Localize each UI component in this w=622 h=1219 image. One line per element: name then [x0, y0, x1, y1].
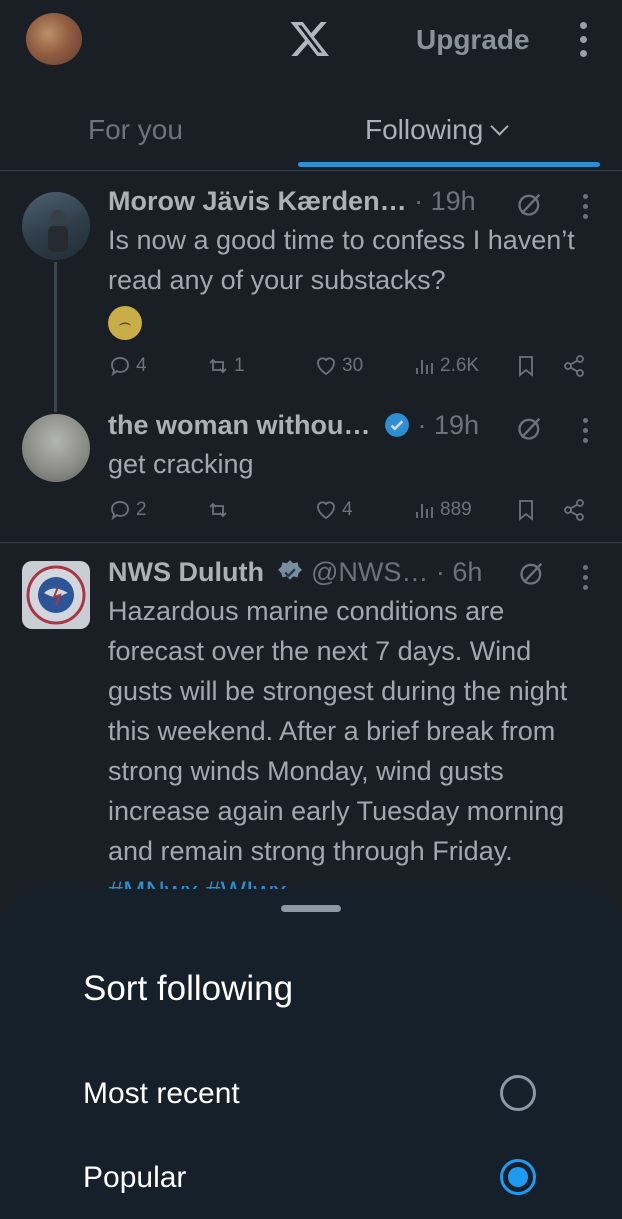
- tweet-actions: 4 1 30 2.6K: [108, 354, 588, 384]
- like-button[interactable]: 4: [314, 498, 353, 522]
- radio-button[interactable]: [500, 1075, 536, 1111]
- like-count: 4: [342, 499, 353, 520]
- timeline-tabs: For you Following: [0, 100, 622, 171]
- bookmark-icon: [519, 356, 533, 377]
- tweet-time[interactable]: · 19h: [418, 410, 480, 440]
- author-name[interactable]: Morow Jävis Kærden…: [108, 186, 407, 216]
- share-button[interactable]: [562, 354, 586, 378]
- view-count: 2.6K: [440, 355, 480, 376]
- sort-option-most-recent[interactable]: Most recent: [0, 1065, 622, 1129]
- heart-icon: [317, 501, 335, 520]
- avatar[interactable]: [22, 414, 90, 482]
- repost-button[interactable]: 1: [206, 354, 245, 378]
- sheet-title: Sort following: [83, 969, 294, 1008]
- grok-icon[interactable]: [516, 190, 544, 218]
- chevron-down-icon[interactable]: [490, 117, 509, 136]
- grok-icon[interactable]: [516, 414, 544, 442]
- views-icon: [416, 504, 433, 518]
- repost-icon: [209, 358, 227, 374]
- repost-count: 1: [234, 355, 245, 376]
- tweet-time[interactable]: · 6h: [436, 557, 483, 587]
- author-name[interactable]: the woman withou…: [108, 410, 371, 440]
- verified-badge-icon: [278, 560, 303, 580]
- tweet-text: Is now a good time to confess I haven’t …: [108, 220, 602, 340]
- reply-icon: [111, 501, 129, 521]
- sort-bottom-sheet: Sort following Most recent Popular: [0, 889, 622, 1219]
- option-label: Popular: [83, 1161, 187, 1194]
- share-button[interactable]: [562, 498, 586, 522]
- radio-button-selected[interactable]: [500, 1159, 536, 1195]
- view-count: 889: [440, 499, 472, 520]
- tweet-time[interactable]: · 19h: [414, 186, 476, 216]
- avatar[interactable]: [22, 192, 90, 260]
- reply-button[interactable]: 2: [108, 498, 147, 522]
- like-button[interactable]: 30: [314, 354, 363, 378]
- tab-following[interactable]: Following: [365, 114, 509, 146]
- bookmark-icon: [519, 500, 533, 521]
- reply-icon: [111, 357, 129, 377]
- share-icon: [564, 355, 584, 377]
- upgrade-button[interactable]: Upgrade: [416, 24, 530, 56]
- verified-badge-icon: [385, 413, 409, 437]
- tweet-author-line: Morow Jävis Kærden… · 19h: [108, 186, 476, 217]
- repost-icon: [209, 502, 227, 518]
- views-icon: [416, 360, 433, 374]
- tweet-text-content: Hazardous marine conditions are forecast…: [108, 596, 568, 866]
- repost-button[interactable]: [206, 498, 234, 522]
- grok-icon[interactable]: [518, 559, 546, 587]
- author-name[interactable]: NWS Duluth: [108, 557, 264, 587]
- more-vertical-icon[interactable]: [576, 22, 590, 60]
- like-count: 30: [342, 355, 364, 376]
- tweet-author-line: NWS Duluth @NWS… · 6h: [108, 557, 482, 588]
- reply-button[interactable]: 4: [108, 354, 147, 378]
- reply-count: 2: [136, 499, 147, 520]
- share-icon: [564, 499, 584, 521]
- tweet[interactable]: Morow Jävis Kærden… · 19h Is now a good …: [0, 180, 622, 400]
- tweet-actions: 2 4 889: [108, 498, 588, 528]
- views-button[interactable]: 2.6K: [412, 354, 479, 378]
- author-handle[interactable]: @NWS…: [311, 557, 428, 587]
- sort-option-popular[interactable]: Popular: [0, 1149, 622, 1213]
- bookmark-button[interactable]: [514, 354, 538, 378]
- tweet-text: Hazardous marine conditions are forecast…: [108, 591, 602, 911]
- tab-label: For you: [88, 114, 183, 145]
- reply-count: 4: [136, 355, 147, 376]
- account-avatar[interactable]: [26, 13, 82, 65]
- top-bar: Upgrade: [0, 0, 622, 80]
- x-logo-icon[interactable]: [289, 18, 331, 60]
- tab-label: Following: [365, 114, 484, 145]
- avatar[interactable]: [22, 561, 90, 629]
- bookmark-button[interactable]: [514, 498, 538, 522]
- tweet-text-content: Is now a good time to confess I haven’t …: [108, 225, 575, 295]
- tweet-author-line: the woman withou… · 19h: [108, 410, 479, 441]
- weary-face-emoji: ⌢: [108, 306, 142, 340]
- tweet[interactable]: the woman withou… · 19h get cracking 2 4: [0, 400, 622, 542]
- tweet-text: get cracking: [108, 444, 602, 484]
- tweet-text-content: get cracking: [108, 449, 254, 479]
- views-button[interactable]: 889: [412, 498, 472, 522]
- option-label: Most recent: [83, 1077, 240, 1110]
- active-tab-indicator: [298, 162, 600, 167]
- tweet[interactable]: NWS Duluth @NWS… · 6h Hazardous marine c…: [0, 543, 622, 906]
- sheet-drag-handle[interactable]: [281, 905, 341, 912]
- heart-icon: [317, 357, 335, 376]
- tab-for-you[interactable]: For you: [88, 114, 183, 146]
